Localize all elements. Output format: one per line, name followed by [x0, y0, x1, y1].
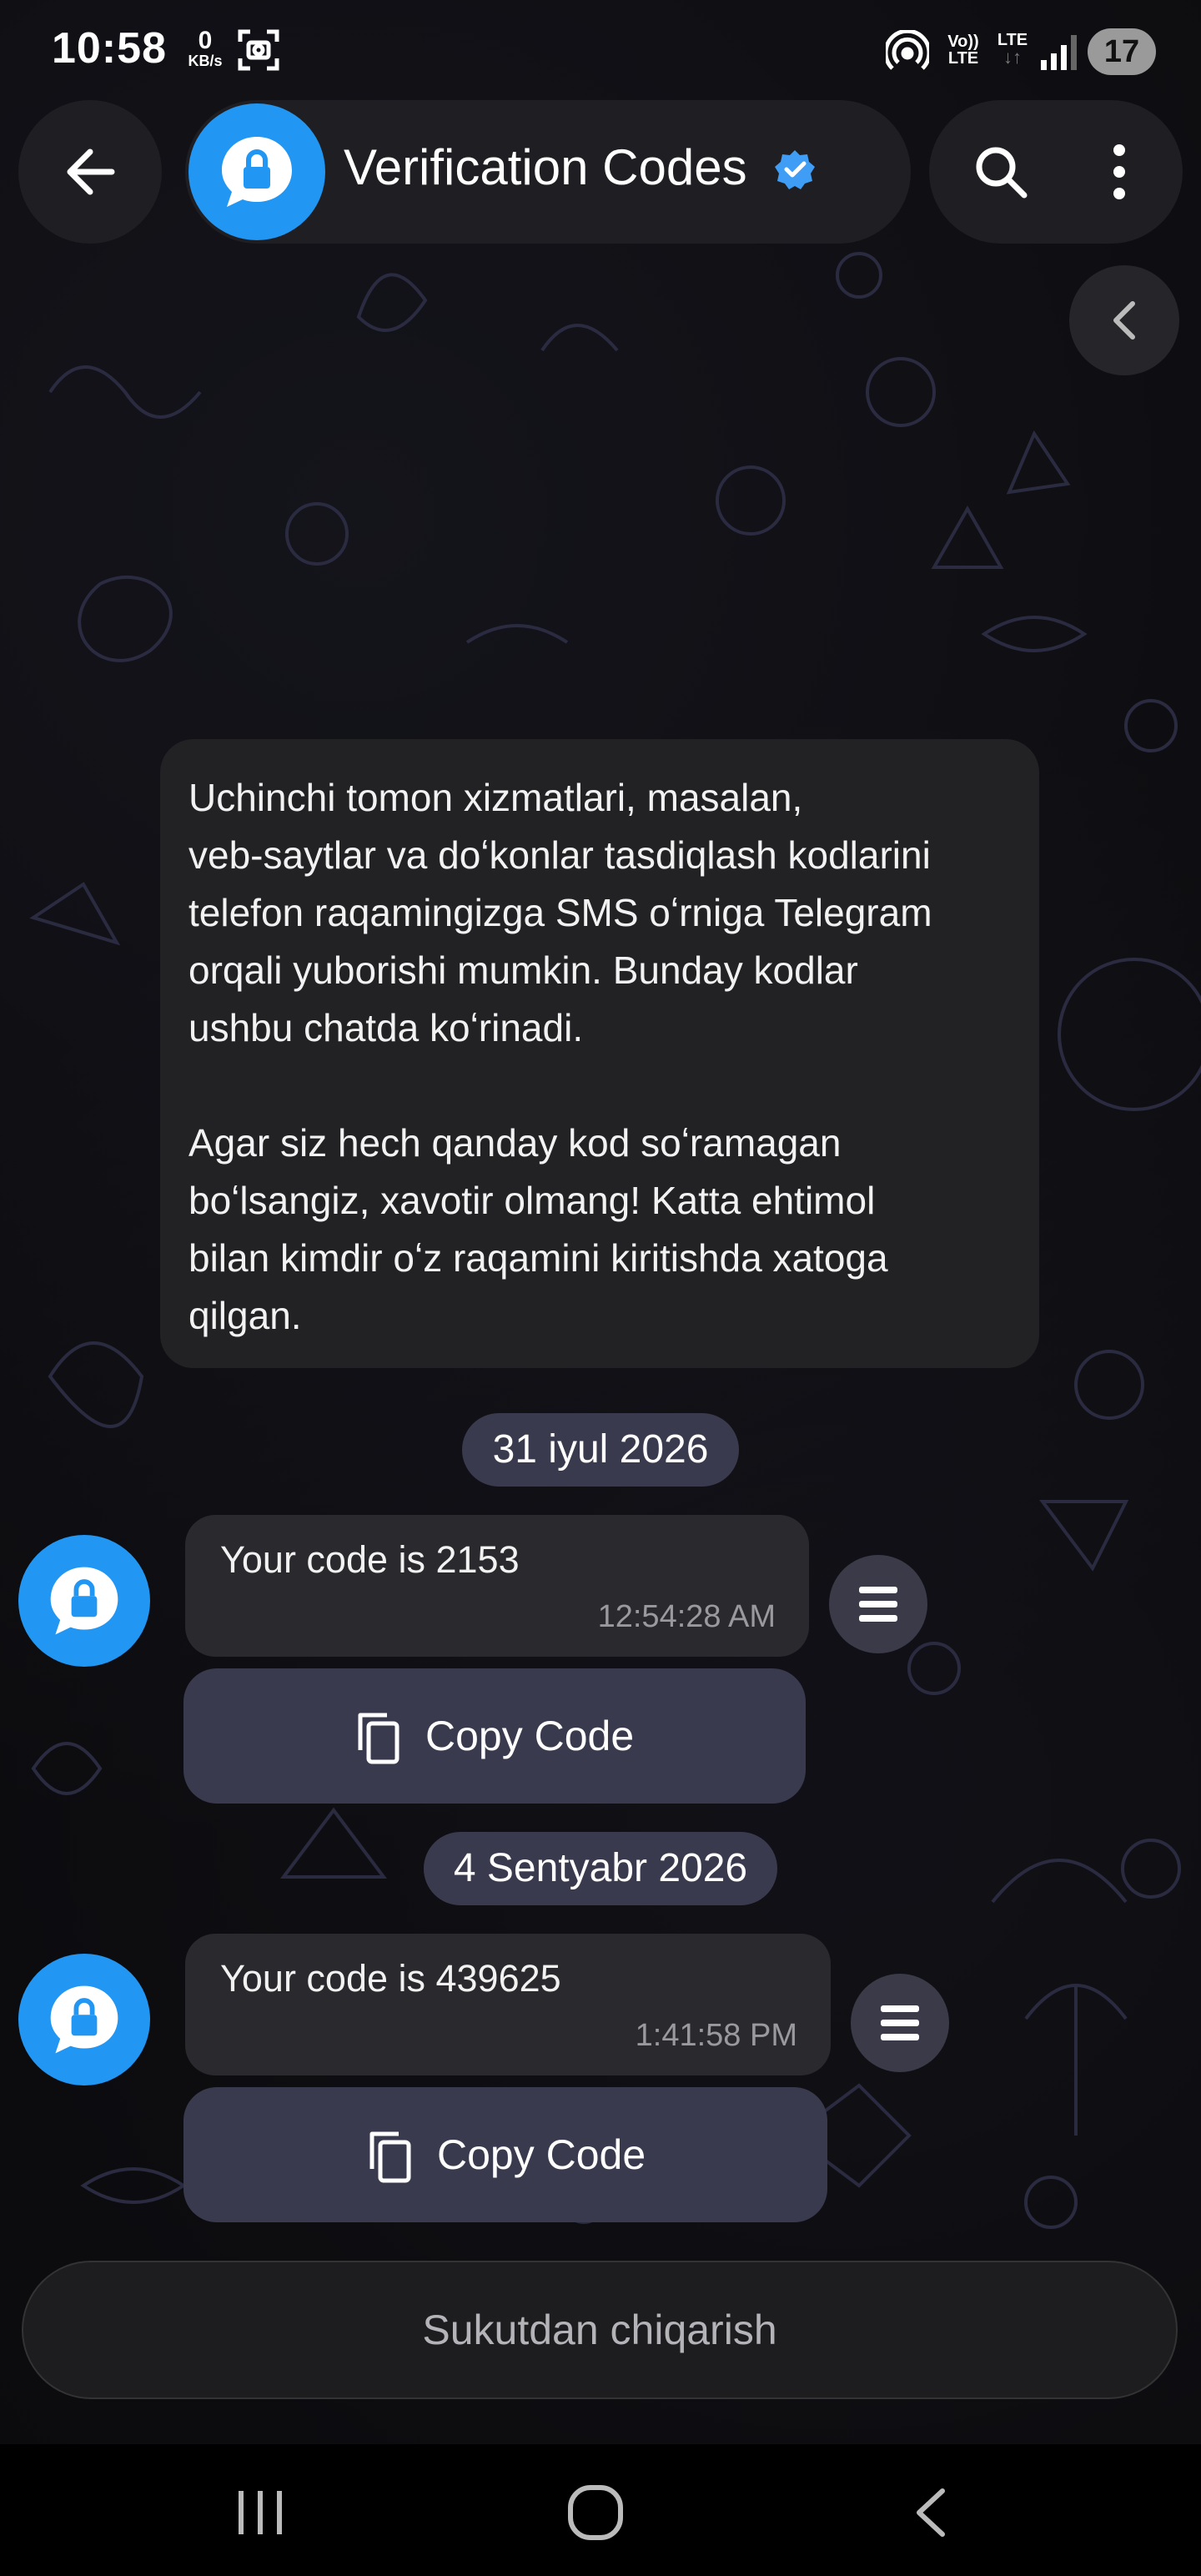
- message-bubble[interactable]: Your code is 439625 1:41:58 PM: [185, 1934, 831, 2075]
- status-time: 10:58: [52, 24, 167, 73]
- chevron-left-icon: [1113, 301, 1135, 340]
- more-vertical-icon: [1113, 144, 1125, 199]
- network-speed-unit: KB/s: [188, 53, 223, 69]
- volte-indicator: Vo)) LTE: [942, 33, 984, 67]
- message-avatar[interactable]: [18, 1954, 150, 2085]
- search-button[interactable]: [952, 123, 1049, 220]
- status-bar: 10:58 0 KB/s Vo)) LTE LTE ↓↑ 17: [0, 0, 1201, 100]
- screenshot-icon: [237, 28, 280, 76]
- lock-chat-icon: [50, 1985, 118, 2054]
- copy-code-label: Copy Code: [437, 2131, 646, 2178]
- lte-indicator: LTE ↓↑: [991, 32, 1034, 67]
- copy-code-label: Copy Code: [425, 1713, 635, 1759]
- message-text: Your code is 2153: [220, 1538, 520, 1581]
- message-bubble[interactable]: Your code is 2153 12:54:28 AM: [185, 1515, 809, 1657]
- chat-title: Verification Codes: [344, 139, 747, 195]
- message-menu-button[interactable]: [829, 1555, 927, 1653]
- lock-chat-icon: [222, 137, 292, 207]
- chevron-left-icon: [917, 2488, 945, 2537]
- system-back-button[interactable]: [881, 2469, 981, 2553]
- intro-message-text: Uchinchi tomon xizmatlari, masalan, veb-…: [188, 776, 932, 1337]
- more-button[interactable]: [1071, 123, 1168, 220]
- search-icon: [976, 147, 1028, 199]
- copy-icon: [369, 2131, 411, 2183]
- lte-label: LTE: [997, 31, 1028, 49]
- volte-bottom: LTE: [947, 49, 979, 68]
- recent-apps-button[interactable]: [210, 2469, 310, 2553]
- menu-lines-icon: [881, 2005, 919, 2040]
- home-icon: [568, 2485, 623, 2540]
- arrow-left-icon: [67, 148, 115, 195]
- recents-icon: [239, 2491, 282, 2534]
- message-time: 12:54:28 AM: [597, 1599, 776, 1634]
- message-menu-button[interactable]: [851, 1974, 949, 2072]
- header-actions: [929, 100, 1183, 244]
- date-separator: 31 iyul 2026: [462, 1413, 739, 1487]
- unmute-label: Sukutdan chiqarish: [422, 2307, 777, 2353]
- back-button[interactable]: [18, 100, 162, 244]
- message-time: 1:41:58 PM: [635, 2018, 797, 2053]
- copy-icon: [358, 1713, 399, 1764]
- lock-chat-icon: [50, 1567, 118, 1635]
- network-speed-value: 0: [198, 27, 213, 54]
- date-separator: 4 Sentyabr 2026: [424, 1832, 777, 1905]
- message-text: Your code is 439625: [220, 1957, 561, 2000]
- unmute-button[interactable]: Sukutdan chiqarish: [22, 2261, 1178, 2399]
- hotspot-icon: [883, 28, 932, 78]
- verified-badge-icon: [774, 148, 816, 194]
- side-panel-toggle[interactable]: [1069, 265, 1179, 375]
- menu-lines-icon: [859, 1587, 897, 1622]
- home-button[interactable]: [545, 2469, 646, 2553]
- message-avatar[interactable]: [18, 1535, 150, 1667]
- chat-avatar[interactable]: [188, 103, 325, 240]
- signal-icon: [1039, 32, 1081, 76]
- copy-code-button[interactable]: Copy Code: [183, 1668, 806, 1804]
- volte-top: Vo)): [947, 33, 979, 51]
- system-navigation-bar: [0, 2444, 1201, 2576]
- intro-message: Uchinchi tomon xizmatlari, masalan, veb-…: [160, 739, 1039, 1368]
- network-speed: 0 KB/s: [182, 27, 229, 69]
- battery-indicator: 17: [1088, 28, 1156, 75]
- copy-code-button[interactable]: Copy Code: [183, 2087, 827, 2222]
